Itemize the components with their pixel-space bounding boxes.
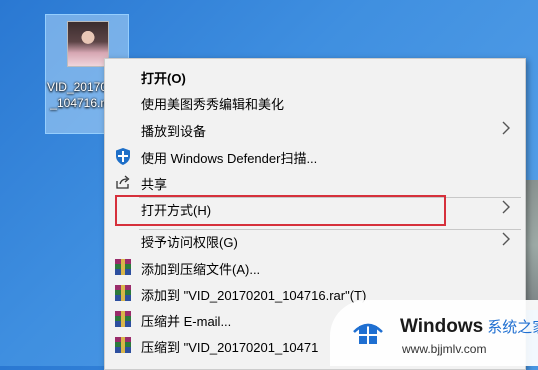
- menu-item-add-to-archive[interactable]: 添加到压缩文件(A)...: [105, 254, 525, 280]
- menu-item-label: 授予访问权限(G): [141, 235, 238, 250]
- video-thumbnail-icon: [67, 21, 109, 67]
- menu-item-label: 使用 Windows Defender扫描...: [141, 151, 318, 166]
- winrar-icon: [114, 310, 132, 328]
- watermark-brand-text: Windows: [400, 316, 484, 337]
- menu-item-defender-scan[interactable]: 使用 Windows Defender扫描...: [105, 143, 525, 169]
- chevron-right-icon: [502, 200, 510, 214]
- site-watermark: Windows系统之家 www.bjjmlv.com: [330, 300, 538, 366]
- menu-item-label: 添加到压缩文件(A)...: [141, 262, 261, 277]
- annotation-highlight-box: [115, 195, 446, 226]
- menu-item-grant-access[interactable]: 授予访问权限(G): [105, 227, 525, 253]
- chevron-right-icon: [502, 232, 510, 246]
- menu-item-label: 共享: [141, 177, 168, 192]
- menu-item-label: 添加到 "VID_20170201_104716.rar"(T): [141, 288, 367, 303]
- menu-item-label: 压缩并 E-mail...: [141, 314, 232, 329]
- winrar-icon: [114, 336, 132, 354]
- chevron-right-icon: [502, 121, 510, 135]
- watermark-brand: Windows系统之家: [400, 316, 538, 338]
- menu-item-label: 播放到设备: [141, 124, 207, 139]
- defender-shield-icon: [114, 147, 132, 165]
- menu-item-label: 打开(O): [141, 71, 186, 86]
- menu-item-cast-to-device[interactable]: 播放到设备: [105, 116, 525, 142]
- winrar-icon: [114, 284, 132, 302]
- share-icon: [114, 173, 132, 191]
- watermark-brand-cn: 系统之家: [487, 319, 538, 336]
- watermark-url: www.bjjmlv.com: [402, 342, 487, 356]
- winrar-icon: [114, 258, 132, 276]
- menu-item-label: 使用美图秀秀编辑和美化: [141, 97, 285, 112]
- menu-item-open[interactable]: 打开(O): [105, 63, 525, 89]
- windows-logo-icon: [353, 323, 383, 344]
- menu-item-label: 压缩到 "VID_20170201_10471: [141, 340, 319, 355]
- menu-item-meitu-edit[interactable]: 使用美图秀秀编辑和美化: [105, 89, 525, 115]
- menu-item-share[interactable]: 共享: [105, 169, 525, 195]
- desktop: VID_20170201_104716.mp4 打开(O) 使用美图秀秀编辑和美…: [0, 0, 538, 370]
